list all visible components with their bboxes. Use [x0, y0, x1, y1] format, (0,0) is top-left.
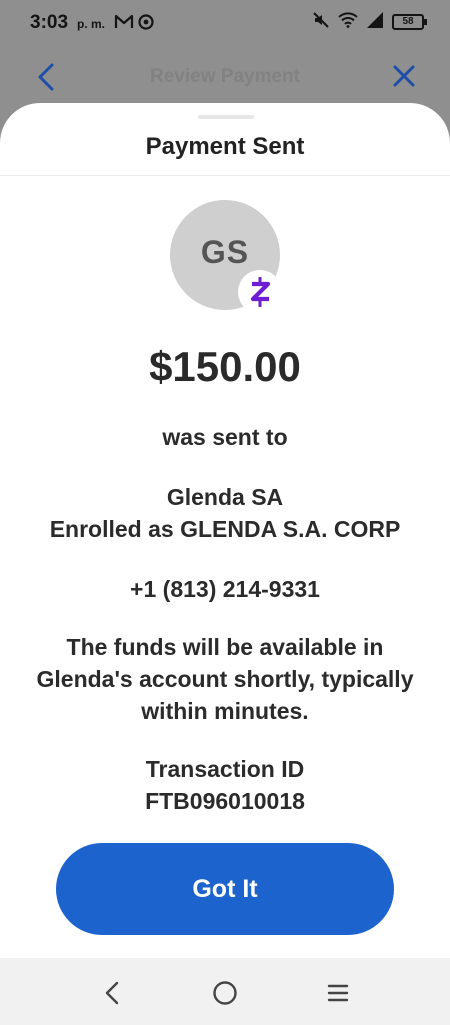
- drag-handle[interactable]: [198, 115, 254, 119]
- zelle-icon: [238, 270, 282, 314]
- sheet-title: Payment Sent: [145, 133, 305, 160]
- funds-notice-line-3: within minutes.: [141, 698, 309, 724]
- wifi-icon: [338, 11, 358, 33]
- recipient-name: Glenda SA: [166, 484, 284, 510]
- transaction-id-value: FTB096010018: [145, 788, 305, 814]
- nav-back-icon[interactable]: [97, 978, 127, 1008]
- divider: [0, 175, 450, 176]
- system-nav-bar: [0, 958, 450, 1025]
- app-bar-title: Review Payment: [150, 66, 300, 87]
- nav-menu-icon[interactable]: [323, 978, 353, 1008]
- chrome-icon: [138, 14, 154, 35]
- avatar-initials: GS: [200, 233, 250, 270]
- status-time: 3:03: [30, 12, 69, 33]
- funds-notice-line-2: Glenda's account shortly, typically: [36, 666, 414, 692]
- status-right-group: 58: [312, 11, 427, 34]
- recipient-phone: +1 (813) 214-9331: [130, 576, 320, 602]
- gmail-icon: [114, 14, 134, 35]
- app-bar: Review Payment: [0, 46, 450, 108]
- nav-home-icon[interactable]: [210, 978, 240, 1008]
- enrolled-as: Enrolled as GLENDA S.A. CORP: [49, 516, 401, 542]
- close-icon[interactable]: [392, 64, 416, 88]
- got-it-button[interactable]: Got It: [56, 843, 394, 935]
- sent-to-label: was sent to: [162, 424, 288, 450]
- transaction-id-label: Transaction ID: [145, 756, 305, 782]
- payment-amount: $150.00: [149, 343, 301, 390]
- signal-icon: [366, 11, 384, 34]
- status-bar: 3:03 p. m. 58: [0, 0, 450, 46]
- mute-icon: [312, 11, 330, 34]
- battery-icon: 58: [392, 14, 427, 30]
- funds-notice-line-1: The funds will be available in: [66, 634, 384, 660]
- payment-sent-sheet: Payment Sent GS $150.00 was sent to Glen…: [0, 103, 450, 958]
- status-ampm: p. m.: [77, 17, 106, 31]
